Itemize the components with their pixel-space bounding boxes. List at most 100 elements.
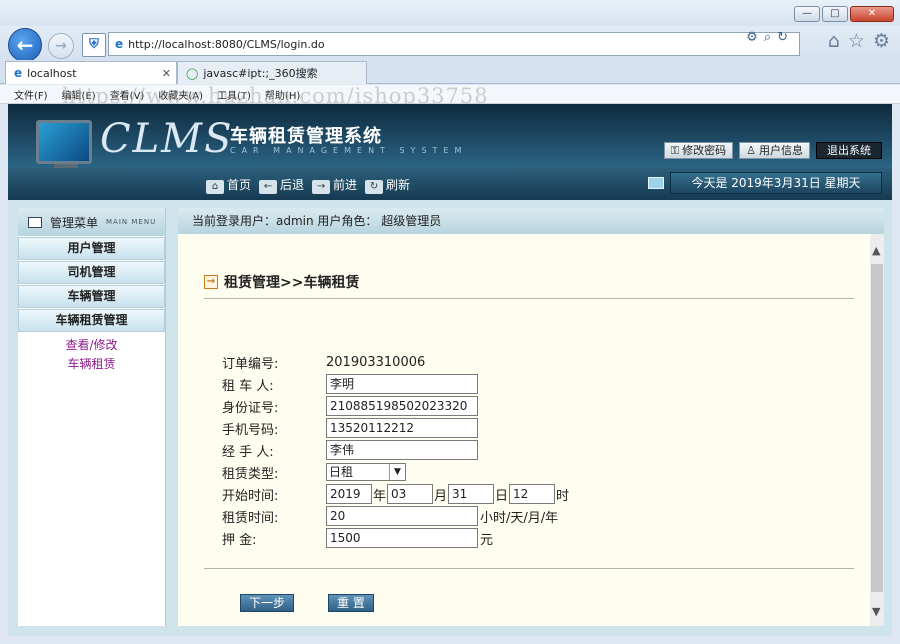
arrow-box-icon: → <box>204 275 218 289</box>
monitor-icon <box>36 120 92 164</box>
handler-input[interactable]: 李伟 <box>326 440 478 460</box>
sidebar-item-users[interactable]: 用户管理 <box>18 237 165 260</box>
app-frame: CLMS 车辆租赁管理系统 CAR MANAGEMENT SYSTEM ⚿ 修改密… <box>8 104 892 636</box>
back-arrow-icon: ← <box>259 180 278 194</box>
divider-top <box>204 298 854 299</box>
user-info-button[interactable]: ♙ 用户信息 <box>739 142 810 159</box>
sidebar-title-en: MAIN MENU <box>106 218 157 226</box>
id-number-label: 身份证号: <box>222 400 279 416</box>
start-month-input[interactable]: 03 <box>387 484 434 504</box>
compat-icon[interactable]: ⚙ <box>746 30 758 45</box>
start-year-input[interactable]: 2019 <box>326 484 372 504</box>
duration-unit: 小时/天/月/年 <box>480 510 559 526</box>
start-hour-input[interactable]: 12 <box>509 484 556 504</box>
nav-home[interactable]: ⌂ 首页 <box>206 176 251 194</box>
home-icon[interactable]: ⌂ <box>828 30 840 52</box>
id-number-input[interactable]: 210885198502023320 <box>326 396 478 416</box>
scroll-down-icon[interactable]: ▼ <box>872 605 880 618</box>
tv-icon <box>648 177 664 189</box>
change-password-label: 修改密码 <box>682 144 727 157</box>
settings-gear-icon[interactable]: ⚙ <box>873 30 890 52</box>
window-controls: — □ ✕ <box>794 6 894 22</box>
form-buttons: 下一步 重 置 <box>240 594 440 614</box>
rental-type-select[interactable]: 日租 ▼ <box>326 463 406 481</box>
year-unit: 年 <box>373 488 387 504</box>
order-no-value: 201903310006 <box>326 354 426 370</box>
next-step-button[interactable]: 下一步 <box>240 594 295 612</box>
user-icon: ♙ <box>746 144 756 157</box>
start-time-label: 开始时间: <box>222 488 279 504</box>
tab-label: localhost <box>27 66 77 80</box>
browser-right-icons: ⌂ ☆ ⚙ <box>828 30 890 52</box>
sublink-view-edit[interactable]: 查看/修改 <box>18 336 165 355</box>
url-icons: ⚙ ⌕ ↻ <box>746 30 788 45</box>
user-info-label: 用户信息 <box>759 144 803 157</box>
phone-input[interactable]: 13520112212 <box>326 418 478 438</box>
start-day-input[interactable]: 31 <box>448 484 495 504</box>
shield-icon[interactable]: ⛨ <box>82 33 106 57</box>
nav-items: ⌂ 首页 ← 后退 → 前进 ↻ 刷新 <box>206 176 410 194</box>
order-no-label: 订单编号: <box>222 356 279 372</box>
logo: CLMS <box>100 116 234 162</box>
duration-input[interactable]: 20 <box>326 506 478 526</box>
deposit-label: 押 金: <box>222 532 257 548</box>
scroll-up-icon[interactable]: ▲ <box>872 244 880 257</box>
system-name-en: CAR MANAGEMENT SYSTEM <box>230 146 468 155</box>
nav-forward-label: 前进 <box>333 178 358 192</box>
nav-forward[interactable]: → 前进 <box>312 176 357 194</box>
url-bar[interactable]: e http://localhost:8080/CLMS/login.do <box>108 32 800 56</box>
hour-unit: 时 <box>556 488 570 504</box>
scroll-thumb[interactable] <box>871 264 883 592</box>
sublink-vehicle-rental[interactable]: 车辆租赁 <box>18 355 165 374</box>
nav-back-label: 后退 <box>280 178 305 192</box>
rental-type-label: 租赁类型: <box>222 466 279 482</box>
date-display: 今天是 2019年3月31日 星期天 <box>670 172 882 194</box>
menu-file[interactable]: 文件(F) <box>14 87 48 102</box>
scrollbar[interactable]: ▲ ▼ <box>870 234 884 626</box>
deposit-unit: 元 <box>480 532 494 548</box>
nav-refresh-label: 刷新 <box>386 178 411 192</box>
reset-button[interactable]: 重 置 <box>328 594 374 612</box>
forward-button[interactable]: → <box>48 33 74 59</box>
day-unit: 日 <box>495 488 509 504</box>
search-icon[interactable]: ⌕ <box>764 30 771 45</box>
refresh-icon[interactable]: ↻ <box>777 30 788 45</box>
deposit-fields: 1500 元 <box>326 528 493 548</box>
chevron-down-icon: ▼ <box>389 464 405 480</box>
renter-input[interactable]: 李明 <box>326 374 478 394</box>
maximize-button[interactable]: □ <box>822 6 848 22</box>
home-icon: ⌂ <box>206 180 224 194</box>
month-unit: 月 <box>434 488 448 504</box>
logout-button[interactable]: 退出系统 <box>816 142 882 159</box>
close-window-button[interactable]: ✕ <box>850 6 894 22</box>
sidebar-item-vehicles[interactable]: 车辆管理 <box>18 285 165 308</box>
url-text: http://localhost:8080/CLMS/login.do <box>128 37 325 51</box>
sidebar-header: 管理菜单 MAIN MENU <box>18 208 165 236</box>
favorites-star-icon[interactable]: ☆ <box>848 30 865 52</box>
deposit-input[interactable]: 1500 <box>326 528 478 548</box>
change-password-button[interactable]: ⚿ 修改密码 <box>663 142 734 159</box>
tab-localhost[interactable]: e localhost ✕ <box>5 61 177 84</box>
sidebar: 管理菜单 MAIN MENU 用户管理 司机管理 车辆管理 车辆租赁管理 查看/… <box>18 208 166 626</box>
current-user-bar: 当前登录用户：admin 用户角色： 超级管理员 <box>178 208 884 234</box>
tab-search[interactable]: ◯ javasc#ipt:;_360搜索 <box>177 61 367 84</box>
main-content: → 租赁管理>>车辆租赁 订单编号: 201903310006 租 车 人: 李… <box>178 234 870 626</box>
duration-label: 租赁时间: <box>222 510 279 526</box>
nav-bar: ⌂ 首页 ← 后退 → 前进 ↻ 刷新 今天是 2019年3月31日 星期天 <box>8 168 892 200</box>
renter-label: 租 车 人: <box>222 378 274 394</box>
ie-icon: e <box>14 66 23 80</box>
start-time-fields: 2019 年 03 月 31 日 12 时 <box>326 484 569 504</box>
page-title: 租赁管理>>车辆租赁 <box>224 275 360 291</box>
phone-label: 手机号码: <box>222 422 279 438</box>
nav-refresh[interactable]: ↻ 刷新 <box>365 176 410 194</box>
duration-fields: 20 小时/天/月/年 <box>326 506 558 526</box>
tab-strip: e localhost ✕ ◯ javasc#ipt:;_360搜索 <box>0 60 900 84</box>
sidebar-title: 管理菜单 <box>50 215 99 230</box>
banner: CLMS 车辆租赁管理系统 CAR MANAGEMENT SYSTEM ⚿ 修改密… <box>8 104 892 168</box>
nav-back[interactable]: ← 后退 <box>259 176 304 194</box>
close-tab-icon[interactable]: ✕ <box>162 67 171 80</box>
sidebar-item-drivers[interactable]: 司机管理 <box>18 261 165 284</box>
back-button[interactable]: ← <box>8 28 42 62</box>
sidebar-item-rentals[interactable]: 车辆租赁管理 <box>18 309 165 332</box>
minimize-button[interactable]: — <box>794 6 820 22</box>
